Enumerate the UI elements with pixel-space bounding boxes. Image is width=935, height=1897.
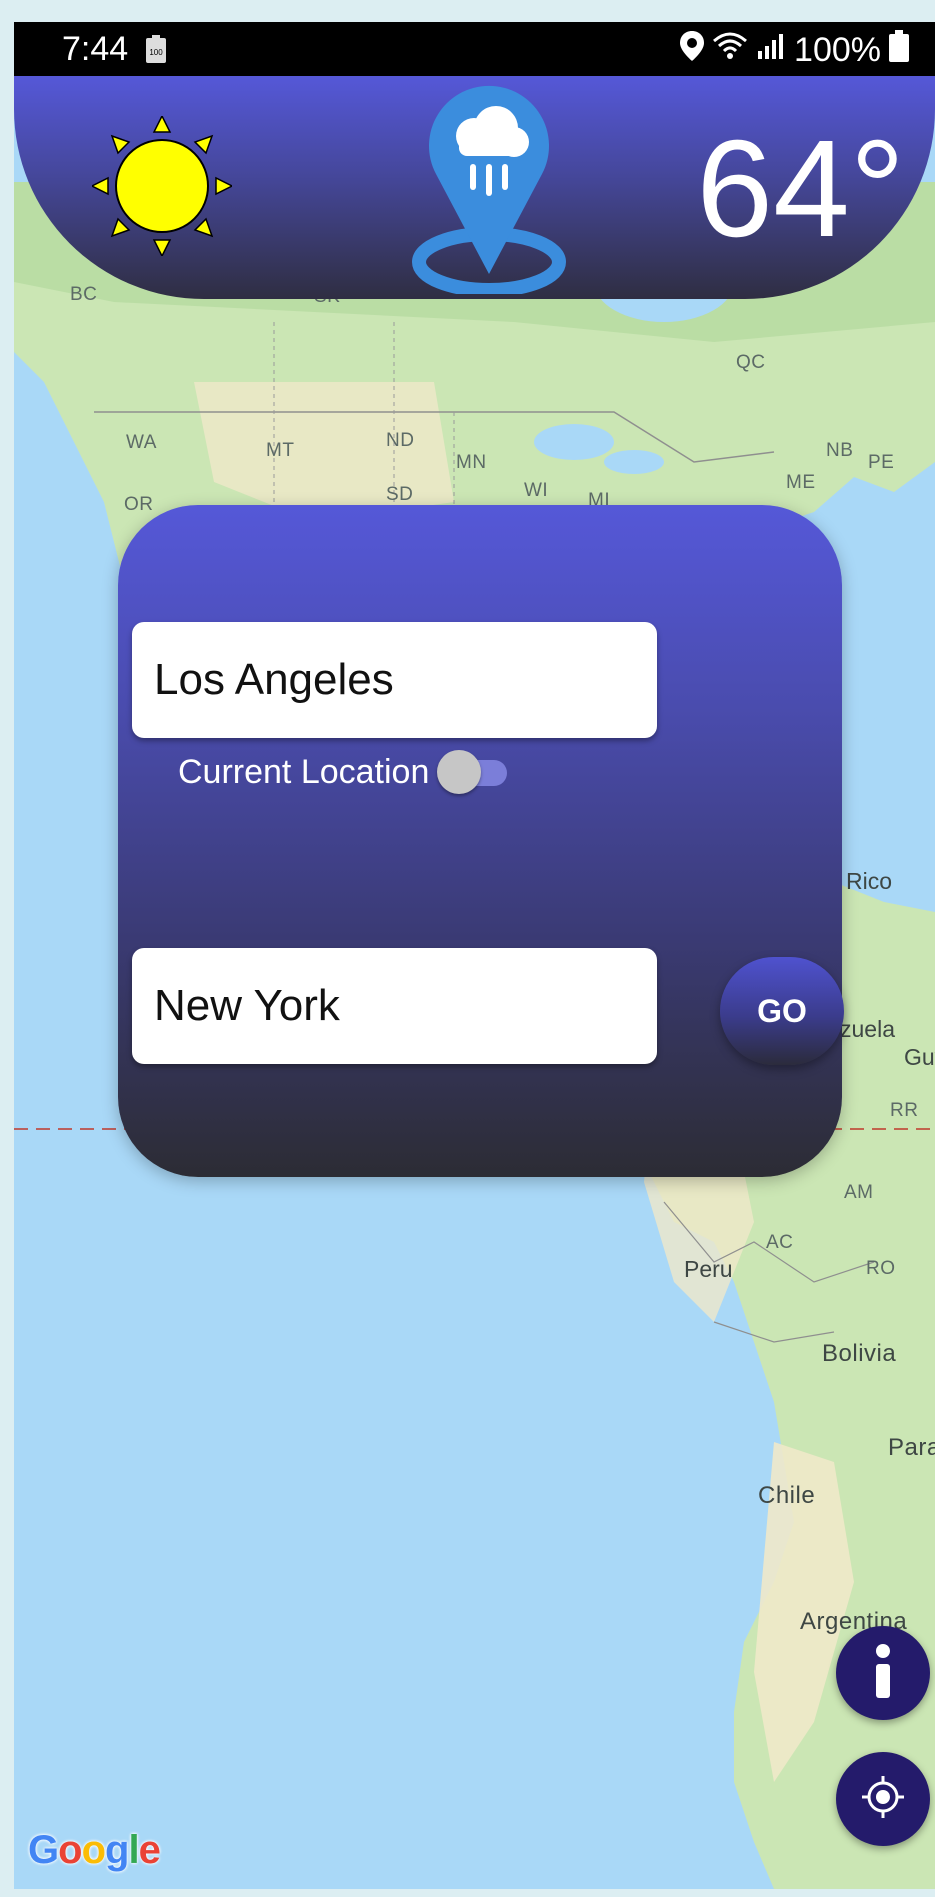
destination-input[interactable]: New York [132,948,657,1064]
map-label: RR [890,1100,919,1121]
origin-input[interactable]: Los Angeles [132,622,657,738]
toggle-thumb [437,750,482,794]
map-label: zuela [840,1016,895,1042]
map-label: NB [826,440,854,461]
map-label: WA [126,432,157,453]
google-attribution: Google [28,1828,161,1873]
map-label: BC [70,284,98,305]
rain-location-pin-icon [404,84,574,299]
map-label: QC [736,352,766,373]
status-icons: 100% [680,30,909,71]
my-location-icon [860,1774,906,1825]
map-label: SD [386,484,414,505]
google-attribution-text: Google [28,1828,161,1872]
destination-input-value: New York [154,981,340,1030]
map-label: Rico [846,868,893,894]
sun-icon [90,114,234,261]
battery-percent: 100% [794,31,881,69]
map-label: RO [866,1258,896,1279]
my-location-button[interactable] [836,1752,930,1846]
signal-icon [756,31,786,70]
map-label: OR [124,494,154,515]
map-label: MT [266,440,295,461]
map-label: AC [766,1232,794,1253]
map-label: Para [888,1434,935,1461]
map-label: AM [844,1182,874,1203]
info-icon [871,1643,895,1703]
wifi-icon [712,31,748,70]
map-label: Chile [758,1482,816,1509]
location-icon [680,31,705,70]
info-button[interactable] [836,1626,930,1720]
phone-screen: BC SK QC WA MT ND MN NB PE OR SD WI MI M… [14,22,935,1889]
origin-input-value: Los Angeles [154,655,394,704]
map-label: ME [786,472,816,493]
go-button[interactable]: GO [720,957,844,1065]
battery-icon [889,30,909,71]
status-bar: 7:44 100 100% [14,22,935,76]
map-label: PE [868,452,895,473]
map-label: Bolivia [822,1340,897,1367]
route-form-card: Los Angeles Current Location New York GO [118,505,844,1177]
map-label: Peru [684,1256,733,1282]
current-location-toggle[interactable] [437,750,509,794]
map-label: MN [456,452,487,473]
status-time: 7:44 [62,30,129,68]
battery-saver-icon: 100 [146,35,166,68]
map-label: ND [386,430,415,451]
map-label: Guy [904,1044,935,1070]
current-location-row: Current Location [178,750,509,794]
temperature-readout: 64° [696,112,905,266]
map-label: WI [524,480,549,501]
current-location-label: Current Location [178,752,430,791]
battery-saver-text: 100 [149,48,163,57]
